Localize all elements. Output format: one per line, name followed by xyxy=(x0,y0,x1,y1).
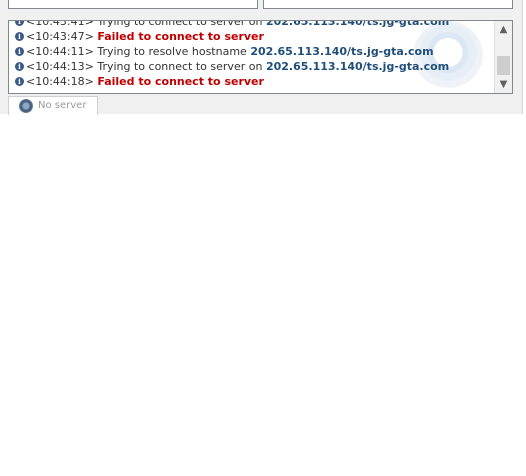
info-icon: i xyxy=(15,47,24,56)
log-timestamp: <10:43:47> xyxy=(26,30,94,43)
log-timestamp: <10:44:11> xyxy=(26,45,94,58)
log-message: Trying to connect to server on xyxy=(97,60,263,73)
scroll-thumb[interactable] xyxy=(497,56,510,75)
log-host[interactable]: 202.65.113.140/ts.jg-gta.com xyxy=(266,60,449,73)
info-icon: i xyxy=(15,62,24,71)
log-error: Failed to connect to server xyxy=(97,75,264,88)
log-host[interactable]: 202.65.113.140/ts.jg-gta.com xyxy=(266,21,449,28)
log-timestamp: <10:44:13> xyxy=(26,60,94,73)
info-panel[interactable] xyxy=(263,0,513,9)
log-message: Trying to resolve hostname xyxy=(97,45,247,58)
channel-tree-panel[interactable] xyxy=(8,0,258,9)
info-icon: i xyxy=(15,77,24,86)
log-error: Failed to connect to server xyxy=(97,30,264,43)
log-line: i <10:43:41> Trying to connect to server … xyxy=(9,20,495,29)
scroll-up-icon[interactable]: ▲ xyxy=(495,21,512,38)
info-icon: i xyxy=(15,21,24,26)
log-lines: i <10:43:41> Trying to connect to server … xyxy=(9,20,495,89)
log-line: i <10:44:13> Trying to connect to server … xyxy=(9,59,495,74)
scroll-down-icon[interactable]: ▼ xyxy=(495,76,512,93)
log-line: i <10:44:18> Failed to connect to server xyxy=(9,74,495,89)
main-pane: i <10:43:41> Trying to connect to server … xyxy=(0,0,523,115)
log-line: i <10:43:47> Failed to connect to server xyxy=(9,29,495,44)
log-message: Trying to connect to server on xyxy=(97,20,263,28)
server-status-icon xyxy=(19,99,33,113)
log-line: i <10:44:11> Trying to resolve hostname 2… xyxy=(9,44,495,59)
log-timestamp: <10:44:18> xyxy=(26,75,94,88)
tab-label: No server xyxy=(38,100,87,111)
tab-no-server[interactable]: No server xyxy=(8,96,98,115)
log-scrollbar[interactable]: ▲ ▼ xyxy=(494,21,512,93)
log-timestamp: <10:43:41> xyxy=(26,20,94,28)
log-host[interactable]: 202.65.113.140/ts.jg-gta.com xyxy=(250,45,433,58)
server-log[interactable]: i <10:43:41> Trying to connect to server … xyxy=(8,20,513,94)
teamspeak-window: i <10:43:41> Trying to connect to server … xyxy=(0,0,526,476)
server-tab-strip: No server xyxy=(0,96,522,115)
info-icon: i xyxy=(15,32,24,41)
